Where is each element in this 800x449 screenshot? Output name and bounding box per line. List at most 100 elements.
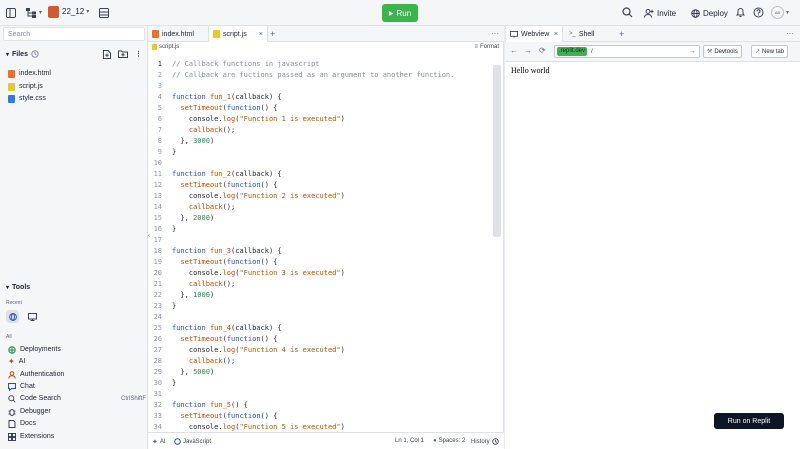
tools-header[interactable]: ▾ Tools [6, 284, 30, 291]
code-line[interactable]: 14 callback(); [148, 202, 492, 213]
code-line[interactable]: 25 function fun_4(callback) { [148, 323, 492, 334]
code-line[interactable]: 30} [148, 378, 492, 389]
sidebar-toggle-icon[interactable] [6, 8, 16, 18]
go-arrow-icon[interactable]: → [689, 48, 696, 55]
line-number: 12 [153, 181, 162, 189]
layout-icon[interactable] [99, 8, 109, 18]
bell-icon[interactable] [736, 7, 745, 18]
tool-extensions[interactable]: Extensions [8, 431, 146, 442]
code-line[interactable]: 4 function fun_1(callback) { [148, 92, 492, 103]
code-line[interactable]: 28 callback(); [148, 356, 492, 367]
more-options-icon[interactable]: ⋮ [135, 50, 142, 58]
tab-script-js[interactable]: script.js × [208, 26, 268, 42]
code-line[interactable]: 19 setTimeout(function() { [148, 257, 492, 268]
code-line[interactable]: 23} [148, 301, 492, 312]
more-options-icon[interactable]: ··· [491, 29, 499, 38]
css-file-icon [8, 94, 15, 103]
tool-deployments[interactable]: Deployments [8, 344, 146, 355]
back-arrow-icon[interactable]: ← [510, 46, 518, 55]
tab-shell[interactable]: >_ Shell [565, 26, 613, 42]
code-line[interactable]: 22 }, 1000) [148, 290, 492, 301]
code-line[interactable]: 5 setTimeout(function() { [148, 103, 492, 114]
code-text: callback(); [188, 357, 236, 365]
workspace-tree-icon[interactable] [26, 8, 38, 18]
more-options-icon[interactable]: ··· [786, 29, 794, 38]
tool-debugger[interactable]: Debugger [8, 406, 146, 417]
code-line[interactable]: 6 console.log("Function 1 is executed") [148, 114, 492, 125]
tools-title: Tools [12, 284, 31, 291]
tool-ai[interactable]: ✦ AI [8, 356, 146, 367]
code-line[interactable]: 32 function fun_5() { [148, 400, 492, 411]
file-item-style-css[interactable]: style.css [8, 93, 46, 104]
file-item-index-html[interactable]: index.html [8, 68, 51, 79]
spaces-setting[interactable]: ● Spaces: 2 [433, 438, 465, 444]
tab-index-html[interactable]: index.html [148, 26, 208, 42]
new-folder-icon[interactable] [118, 50, 128, 58]
add-tab-icon[interactable]: + [270, 29, 275, 39]
code-line[interactable]: 15 }, 2000) [148, 213, 492, 224]
format-button[interactable]: ≡ Format [474, 44, 499, 50]
code-line[interactable]: 1 // Callback functions in javascript [148, 59, 492, 70]
code-line[interactable]: 31 [148, 389, 492, 400]
history-icon[interactable] [31, 50, 39, 58]
tool-chat[interactable]: Chat [8, 381, 146, 392]
line-number: 18 [153, 247, 162, 255]
forward-arrow-icon[interactable]: → [524, 46, 532, 55]
search-icon[interactable] [622, 7, 633, 18]
avatar[interactable]: AB [771, 6, 784, 19]
reload-icon[interactable]: ⟳ [539, 46, 546, 55]
code-line[interactable]: 12 setTimeout(function() { [148, 180, 492, 191]
code-line[interactable]: 29 }, 5000) [148, 367, 492, 378]
language-status[interactable]: JavaScript [174, 438, 211, 445]
code-line[interactable]: 16} [148, 224, 492, 235]
run-on-replit-button[interactable]: Run on Replit [714, 413, 784, 429]
tool-authentication[interactable]: Authentication [8, 369, 146, 380]
tab-webview[interactable]: Webview × [505, 26, 563, 42]
code-line[interactable]: 7 callback(); [148, 125, 492, 136]
invite-button[interactable]: Invite [640, 5, 680, 21]
file-item-script-js[interactable]: script.js [8, 81, 43, 92]
new-file-icon[interactable] [103, 49, 111, 59]
code-line[interactable]: 18 function fun_3(callback) { [148, 246, 492, 257]
recent-tool-webview[interactable] [6, 310, 19, 323]
cursor-position[interactable]: Ln 1, Col 1 [395, 438, 424, 444]
code-line[interactable]: 21 callback(); [148, 279, 492, 290]
code-line[interactable]: 11 function fun_2(callback) { [148, 169, 492, 180]
close-icon[interactable]: × [554, 31, 558, 38]
code-line[interactable]: 27 console.log("Function 4 is executed") [148, 345, 492, 356]
code-line[interactable]: 33 setTimeout(function() { [148, 411, 492, 422]
run-button[interactable]: ▶ Run [382, 4, 418, 22]
search-input[interactable]: Search [3, 27, 145, 41]
code-line[interactable]: 8 }, 3000) [148, 136, 492, 147]
repl-name[interactable]: 22_12 ▾ [62, 7, 89, 16]
line-number: 4 [157, 93, 162, 101]
files-header[interactable]: ▾ Files ⋮ [6, 48, 142, 60]
code-editor[interactable]: 1 // Callback functions in javascript 2 // … [148, 59, 492, 449]
recent-tool-preview[interactable] [26, 310, 39, 323]
collapse-sidebar-icon[interactable]: ‹ [148, 233, 150, 239]
tool-docs[interactable]: Docs [8, 418, 146, 429]
add-tab-icon[interactable]: + [619, 29, 624, 39]
editor-scrollbar[interactable] [493, 65, 501, 237]
code-line[interactable]: 13 console.log("Function 2 is executed") [148, 191, 492, 202]
code-line[interactable]: 26 setTimeout(function() { [148, 334, 492, 345]
code-line[interactable]: 24 [148, 312, 492, 323]
url-input[interactable]: .replit.dev / → [554, 45, 700, 58]
code-line[interactable]: 17 [148, 235, 492, 246]
help-icon[interactable] [753, 7, 764, 18]
ai-status[interactable]: ✦ AI [152, 438, 166, 446]
new-tab-button[interactable]: ↗ New tab [751, 45, 789, 58]
chevron-down-icon[interactable]: ▾ [786, 9, 789, 16]
close-icon[interactable]: × [259, 31, 263, 38]
code-line[interactable]: 9} [148, 147, 492, 158]
deploy-button[interactable]: Deploy [687, 5, 732, 21]
code-line[interactable]: 10 [148, 158, 492, 169]
code-line[interactable]: 20 console.log("Function 3 is executed") [148, 268, 492, 279]
devtools-button[interactable]: ⚒ Devtools [703, 45, 742, 58]
breadcrumb-file[interactable]: script.js [159, 44, 179, 50]
code-line[interactable]: 2 // Callback are fuctions passed as an a… [148, 70, 492, 81]
code-line[interactable]: 3 [148, 81, 492, 92]
history-button[interactable]: History [471, 438, 499, 445]
tool-code-search[interactable]: Code Search CtrlShiftF [8, 393, 146, 404]
chevron-down-icon[interactable]: ▾ [39, 9, 42, 16]
